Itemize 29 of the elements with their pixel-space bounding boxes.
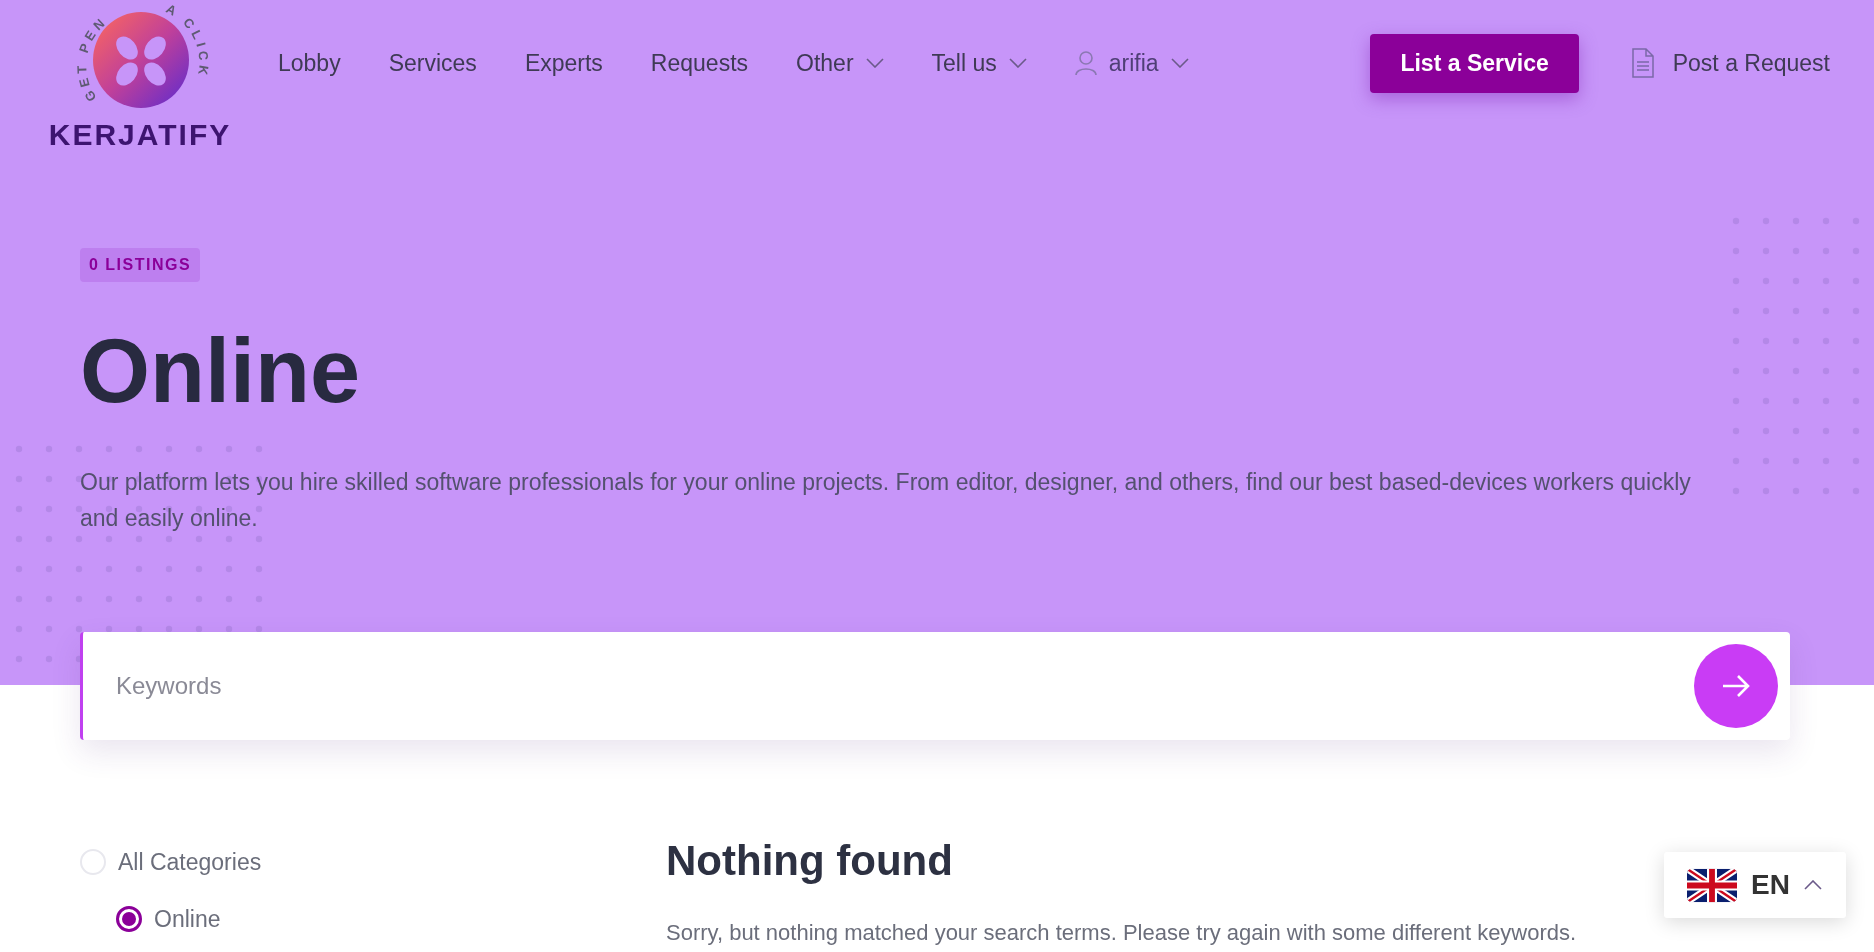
- category-label[interactable]: All Categories: [118, 845, 262, 880]
- nav-link[interactable]: Experts: [524, 45, 603, 81]
- radio-button[interactable]: [116, 905, 142, 932]
- nav-link[interactable]: Lobby: [278, 45, 341, 81]
- category-label[interactable]: Online: [154, 901, 221, 936]
- nav-link[interactable]: Services: [388, 45, 477, 81]
- chevron-icon: [1008, 58, 1027, 68]
- user-icon: [1074, 50, 1097, 76]
- results-message: Sorry, but nothing matched your search terms. Please try again with some different keywords.: [666, 919, 1577, 947]
- keywords-input: Keywords: [116, 668, 1694, 704]
- language-switcher[interactable]: EN: [1664, 852, 1846, 918]
- uk-flag-icon: [1687, 866, 1737, 904]
- listings-badge: 0 LISTINGS: [80, 248, 201, 282]
- search-field[interactable]: Keywords: [80, 632, 1790, 740]
- document-icon: [1630, 48, 1655, 78]
- nav-link[interactable]: Other: [796, 45, 884, 81]
- chevron-icon: [1803, 880, 1822, 890]
- post-request-link[interactable]: Post a Request: [1630, 45, 1830, 81]
- chevron-icon: [865, 58, 884, 68]
- results-heading: Nothing found: [666, 840, 954, 882]
- logo-wordmark[interactable]: KERJATIFY: [48, 120, 232, 150]
- list-service-button[interactable]: List a Service: [1370, 33, 1579, 93]
- chevron-icon: [1170, 58, 1189, 68]
- page-title: Online: [80, 326, 361, 416]
- page-description: Our platform lets you hire skilled software professionals for your online projects. From editor, designer, and others, find our best based-devices workers quickly and easily online.: [80, 468, 1692, 533]
- arrow-right-icon: [1721, 674, 1751, 698]
- nav-link[interactable]: Requests: [650, 45, 749, 81]
- user-menu[interactable]: arifia: [1074, 45, 1189, 81]
- nav-link[interactable]: Tell us: [931, 45, 1027, 81]
